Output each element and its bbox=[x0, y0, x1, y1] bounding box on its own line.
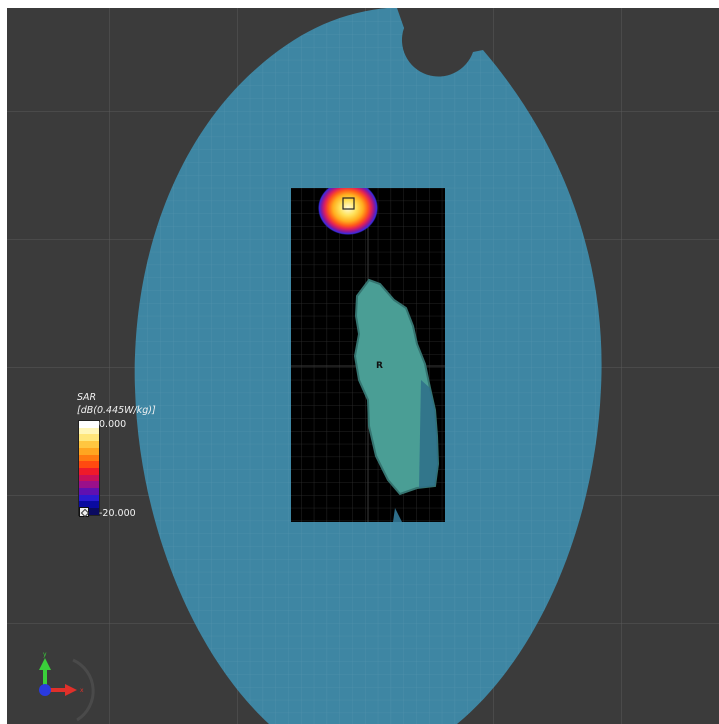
colorbar-segment bbox=[79, 421, 99, 428]
legend-min-label: -20.000 bbox=[99, 508, 136, 519]
colorbar-segment bbox=[79, 461, 99, 468]
colorbar-segment bbox=[79, 434, 99, 442]
colorbar-segment bbox=[79, 474, 99, 482]
sar-hotspot bbox=[318, 188, 378, 235]
device-marker-label: R bbox=[376, 361, 383, 371]
measurement-area[interactable]: R bbox=[291, 181, 445, 522]
y-axis-label: y bbox=[43, 651, 47, 658]
colorbar-segment bbox=[79, 481, 99, 489]
colorbar-segment bbox=[79, 447, 99, 455]
colorbar-segment bbox=[79, 454, 99, 462]
legend-title: SAR bbox=[77, 392, 97, 403]
colorbar-segment bbox=[79, 467, 99, 475]
colorbar-segment bbox=[79, 427, 99, 435]
legend-toggle-icon[interactable] bbox=[79, 507, 89, 517]
legend-unit: [dB(0.445W/kg)] bbox=[77, 405, 156, 416]
scene-canvas[interactable]: R y x bbox=[7, 8, 719, 724]
x-axis-label: x bbox=[80, 687, 84, 694]
colorbar-segment bbox=[79, 488, 99, 495]
3d-viewport[interactable]: R y x SAR [dB(0.445W/kg)] 0.000 -20.000 bbox=[7, 8, 719, 724]
colorbar-segment bbox=[79, 494, 99, 502]
legend-max-label: 0.000 bbox=[99, 419, 127, 430]
z-axis-dot bbox=[39, 684, 51, 696]
legend-colorbar bbox=[78, 420, 100, 516]
colorbar-segment bbox=[79, 441, 99, 448]
